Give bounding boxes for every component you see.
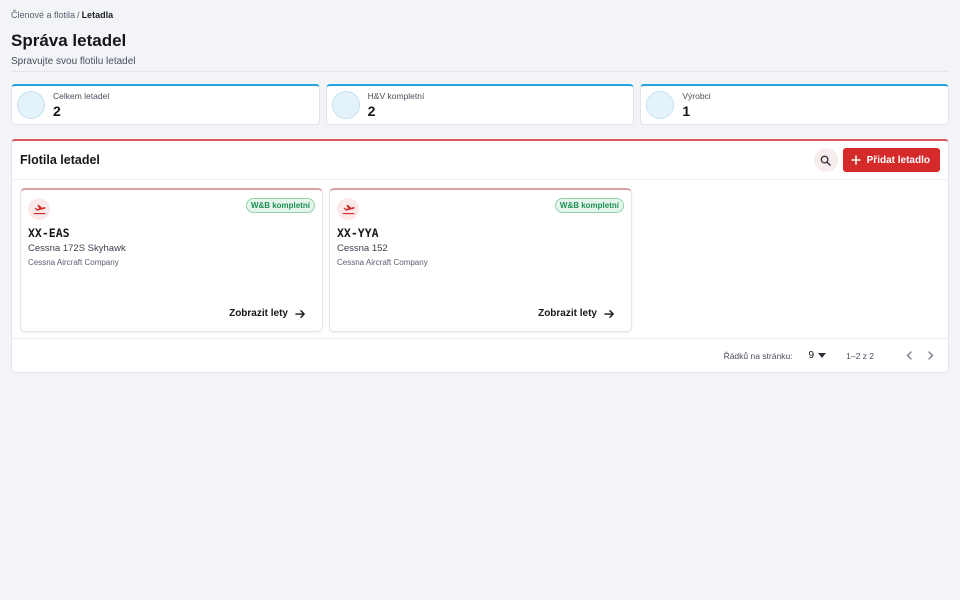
airplane-icon [337, 198, 359, 220]
add-aircraft-label: Přidat letadlo [866, 154, 930, 166]
airplane-icon [28, 198, 50, 220]
stat-label: Celkem letadel [53, 91, 110, 101]
aircraft-card[interactable]: W&B kompletní XX-YYA Cessna 152 Cessna A… [329, 188, 632, 332]
stat-icon-placeholder [17, 91, 45, 119]
previous-page-button[interactable] [902, 349, 916, 363]
stat-icon-placeholder [646, 91, 675, 119]
plus-icon [850, 155, 861, 165]
breadcrumb: Členové a flotila / Letadla [11, 10, 949, 20]
rows-per-page-label: Řádků na stránku: [723, 350, 793, 361]
aircraft-model: Cessna 172S Skyhawk [28, 243, 126, 254]
next-page-button[interactable] [924, 349, 938, 363]
stat-card-wb-complete: H&V kompletní 2 [325, 84, 635, 125]
stat-value: 2 [367, 103, 376, 119]
chevron-right-icon [928, 351, 934, 360]
fleet-title: Flotila letadel [20, 153, 100, 167]
page-title: Správa letadel [11, 31, 127, 50]
view-flights-label: Zobrazit lety [538, 308, 597, 319]
caret-down-icon [818, 353, 827, 358]
view-flights-label: Zobrazit lety [229, 308, 288, 319]
search-button[interactable] [813, 148, 838, 172]
fleet-panel: Flotila letadel Přidat letadlo W&B kompl… [11, 139, 949, 373]
page-header: Členové a flotila / Letadla Správa letad… [11, 10, 949, 67]
aircraft-manufacturer: Cessna Aircraft Company [337, 258, 428, 267]
stat-card-total: Celkem letadel 2 [11, 84, 320, 125]
header-divider [11, 71, 949, 72]
rows-per-page-value: 9 [808, 350, 815, 361]
fleet-header: Flotila letadel Přidat letadlo [12, 141, 948, 180]
arrow-right-icon [295, 309, 305, 318]
chevron-left-icon [906, 351, 912, 360]
view-flights-link[interactable]: Zobrazit lety [229, 308, 306, 319]
aircraft-list: W&B kompletní XX-EAS Cessna 172S Skyhawk… [12, 180, 948, 332]
breadcrumb-separator: / [77, 10, 80, 20]
aircraft-card[interactable]: W&B kompletní XX-EAS Cessna 172S Skyhawk… [20, 188, 323, 332]
pagination-range: 1–2 z 2 [846, 350, 874, 361]
page-subtitle: Spravujte svou flotilu letadel [11, 56, 136, 67]
aircraft-manufacturer: Cessna Aircraft Company [28, 258, 119, 267]
pagination-bar: Řádků na stránku: 9 1–2 z 2 [12, 338, 948, 372]
stat-label: H&V kompletní [367, 91, 425, 101]
wb-status-badge: W&B kompletní [554, 198, 624, 213]
arrow-right-icon [604, 309, 614, 318]
stat-card-manufacturers: Výrobci 1 [640, 84, 950, 125]
add-aircraft-button[interactable]: Přidat letadlo [842, 148, 940, 172]
breadcrumb-parent[interactable]: Členové a flotila [11, 10, 75, 20]
stat-icon-placeholder [331, 91, 360, 119]
wb-status-badge: W&B kompletní [245, 198, 315, 213]
rows-per-page-select[interactable]: 9 [809, 350, 827, 361]
aircraft-registration: XX-EAS [28, 226, 70, 240]
stat-value: 2 [53, 103, 61, 119]
stat-value: 1 [682, 103, 691, 119]
stats-row: Celkem letadel 2 H&V kompletní 2 Výrobci… [11, 84, 950, 125]
stat-label: Výrobci [682, 91, 711, 101]
breadcrumb-current: Letadla [81, 10, 114, 20]
view-flights-link[interactable]: Zobrazit lety [538, 308, 615, 319]
aircraft-registration: XX-YYA [337, 226, 379, 240]
aircraft-model: Cessna 152 [337, 243, 388, 254]
search-icon [820, 155, 831, 166]
